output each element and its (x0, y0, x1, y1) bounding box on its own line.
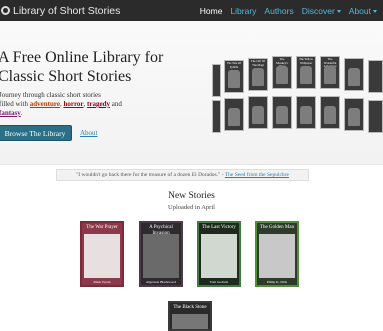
story-author: Algernon Blackwood (145, 280, 177, 284)
brand-name: Library of Short Stories (13, 4, 121, 17)
story-title: The Last Victory (202, 225, 236, 230)
book-cover[interactable] (368, 100, 383, 133)
book-cover[interactable] (344, 98, 364, 131)
story-author: Mark Twain (93, 280, 111, 284)
story-card[interactable]: The Golden Man Philip K. Dick (255, 221, 299, 287)
story-card[interactable]: The Last Victory Tom Godwin (197, 221, 241, 287)
book-cover-collage: The Tale Of Sybilla The Gift Of The Magi… (212, 56, 383, 161)
browse-library-button[interactable]: Browse The Library (0, 125, 72, 141)
new-stories-title: New Stories (168, 191, 215, 201)
about-link[interactable]: About (80, 129, 98, 137)
story-title: The Black Stone (173, 305, 207, 310)
hero-title: A Free Online Library for Classic Short … (0, 48, 198, 86)
story-card[interactable]: The War Prayer Mark Twain (80, 221, 124, 287)
nav-discover[interactable]: Discover (302, 6, 335, 16)
new-stories-subtitle: Uploaded in April (168, 204, 215, 211)
story-title: The War Prayer (86, 225, 118, 230)
genre-link-tragedy[interactable]: tragedy (87, 100, 110, 108)
story-author: Philip K. Dick (266, 280, 288, 284)
genre-link-fantasy[interactable]: fantasy (0, 109, 21, 117)
nav-authors[interactable]: Authors (264, 6, 293, 16)
nav-about-dropdown[interactable]: About (349, 6, 377, 16)
book-logo-icon (1, 6, 10, 15)
book-cover[interactable]: The Tale Of Sybilla (224, 60, 244, 93)
story-card[interactable]: A Psychical Invasion Algernon Blackwood (139, 221, 183, 287)
hero-subtitle-line1: Journey through classic short stories (0, 91, 101, 99)
genre-link-horror[interactable]: horror (63, 100, 83, 108)
hero-subtitle-prefix: filled with (0, 100, 28, 108)
top-navbar: Library of Short Stories Home Library Au… (0, 0, 383, 21)
book-cover[interactable] (344, 58, 364, 91)
book-cover[interactable] (272, 96, 292, 129)
book-cover[interactable]: The Wonderful Adventure (320, 56, 340, 89)
story-title: A Psychical Invasion (149, 225, 173, 236)
book-cover[interactable] (248, 96, 268, 129)
cover-illustration (172, 314, 208, 329)
cover-illustration (201, 234, 237, 278)
book-cover[interactable] (320, 96, 340, 129)
book-cover[interactable] (212, 100, 221, 133)
nav-library[interactable]: Library (230, 6, 256, 16)
cover-illustration (84, 234, 120, 278)
chevron-down-icon (373, 9, 377, 13)
story-title: The Golden Man (259, 225, 295, 230)
quote-source-link[interactable]: The Seed from the Sepulchre (225, 172, 289, 178)
book-cover[interactable] (224, 98, 244, 131)
hero-title-line2: Classic Short Stories (0, 68, 132, 85)
book-cover[interactable]: The Gift Of The Magi (248, 58, 268, 91)
story-author: Tom Godwin (209, 280, 229, 284)
quote-text: "I wouldn't go back there for the treasu… (76, 172, 225, 178)
featured-quote: "I wouldn't go back there for the treasu… (56, 169, 309, 181)
chevron-down-icon (336, 9, 341, 13)
book-cover[interactable] (296, 96, 316, 129)
cover-illustration (259, 234, 295, 278)
genre-link-adventure[interactable]: adventure (30, 100, 60, 108)
hero-title-line1: A Free Online Library for (0, 49, 164, 66)
book-cover[interactable] (212, 64, 221, 97)
cover-illustration (143, 234, 179, 278)
nav-about[interactable]: About (349, 6, 371, 16)
nav-menu: Home Library Authors Discover About (200, 0, 377, 21)
nav-discover-dropdown[interactable]: Discover (302, 6, 341, 16)
nav-home[interactable]: Home (200, 6, 223, 16)
book-cover[interactable]: The Monkey's Paw (272, 56, 292, 89)
brand-link[interactable]: Library of Short Stories (0, 0, 120, 21)
book-cover[interactable] (368, 60, 383, 93)
story-card[interactable]: The Black Stone (168, 301, 212, 331)
hero-subtitle: Journey through classic short stories fi… (0, 91, 129, 118)
book-cover[interactable]: The Yellow Wallpaper (296, 56, 316, 89)
hero-section: A Free Online Library for Classic Short … (0, 21, 383, 165)
